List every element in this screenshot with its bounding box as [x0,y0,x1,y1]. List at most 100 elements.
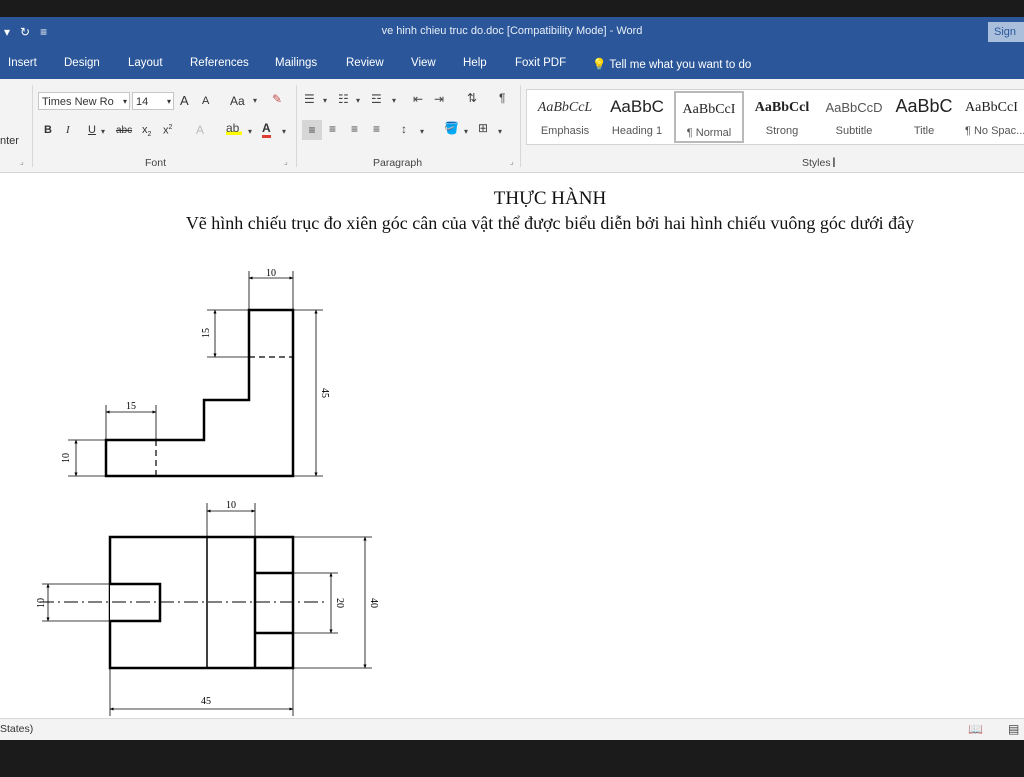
strikethrough-button[interactable]: abc [116,125,132,136]
top-view: 10 10 20 40 45 [36,500,379,716]
chevron-down-icon: ▾ [122,97,127,106]
font-launcher-icon[interactable]: ⌟ [284,157,288,166]
dim-front-top: 10 [266,268,276,279]
shading-icon[interactable]: 🪣 [444,121,459,135]
style-sample: AaBbC [610,97,664,116]
align-center-icon[interactable]: ≡ [329,122,336,136]
chevron-down-icon[interactable]: ▾ [323,96,327,105]
style-heading-1[interactable]: AaBbC Heading 1 [603,91,671,143]
superscript-button[interactable]: x2 [163,124,172,137]
increase-indent-icon[interactable]: ⇥ [434,92,444,106]
print-layout-icon[interactable]: ▤ [1008,722,1019,736]
numbering-icon[interactable]: ☷ [338,92,349,106]
font-family-select[interactable]: Times New Ro ▾ [38,92,130,110]
sort-icon[interactable]: ⇅ [467,91,477,105]
clipboard-launcher-icon[interactable]: ⌟ [20,157,24,166]
chevron-down-icon[interactable]: ▾ [464,127,468,136]
font-color-icon[interactable]: A [262,122,271,138]
tab-layout[interactable]: Layout [128,57,163,69]
slot-cutout [110,584,160,621]
tab-mailings[interactable]: Mailings [275,57,317,69]
font-size-value: 14 [136,96,149,108]
chevron-down-icon: ▾ [166,97,171,106]
change-case-button[interactable]: Aa [230,94,245,108]
style-title[interactable]: AaBbC Title [891,91,957,143]
clipboard-format-painter-label[interactable]: nter [0,135,19,147]
font-group-label: Font [145,157,167,169]
style-emphasis[interactable]: AaBbCcL Emphasis [529,91,601,143]
clear-formatting-icon[interactable]: ✎ [272,92,282,106]
style-sample: AaBbCcL [537,100,593,115]
style-name: Heading 1 [611,125,663,137]
underline-button[interactable]: U [88,124,96,136]
style-sample: AaBbCcI [965,100,1018,115]
status-bar: States) 📖 ▤ [0,718,1024,741]
status-language[interactable]: States) [0,723,33,735]
sign-in-button[interactable]: Sign [988,22,1024,42]
style-subtitle[interactable]: AaBbCcD Subtitle [819,91,889,143]
chevron-down-icon[interactable]: ▾ [248,127,252,136]
borders-icon[interactable]: ⊞ [478,121,488,135]
front-view-outline [104,308,295,478]
styles-gallery: AaBbCcL Emphasis AaBbC Heading 1 AaBbCcI… [526,89,1024,145]
document-title: ve hinh chieu truc do.doc [Compatibility… [381,25,643,37]
technical-drawing: 10 15 15 10 45 10 10 20 40 45 [36,268,379,716]
style-name: Emphasis [540,125,590,137]
justify-icon[interactable]: ≡ [373,122,380,136]
lightbulb-icon: 💡 [592,59,607,71]
chevron-down-icon[interactable]: ▾ [392,96,396,105]
style-name: Subtitle [835,125,873,137]
show-formatting-marks-icon[interactable]: ¶ [499,91,505,105]
style-sample: AaBbCcD [825,100,883,115]
chevron-down-icon[interactable]: ▾ [101,127,105,136]
tab-help[interactable]: Help [463,57,487,69]
align-right-icon[interactable]: ≡ [351,122,358,136]
tab-foxit-pdf[interactable]: Foxit PDF [515,57,566,69]
text-effects-icon[interactable]: A [196,123,204,137]
read-mode-icon[interactable]: 📖 [968,722,983,736]
dim-top-right-inner: 20 [334,598,345,608]
style-sample: AaBbCcI [682,102,736,117]
document-page[interactable]: THỰC HÀNH Vẽ hình chiếu trục đo xiên góc… [0,173,1024,718]
dim-front-height: 45 [319,388,330,398]
style-name: Strong [765,125,799,137]
shrink-font-button[interactable]: A [202,95,209,107]
dim-front-step: 15 [126,401,136,412]
chevron-down-icon[interactable]: ▾ [253,96,257,105]
tab-review[interactable]: Review [346,57,384,69]
chevron-down-icon[interactable]: ▾ [356,96,360,105]
font-size-select[interactable]: 14 ▾ [132,92,174,110]
bold-button[interactable]: B [44,124,52,136]
paragraph-launcher-icon[interactable]: ⌟ [510,157,514,166]
step-edges [255,571,293,635]
tell-me-search[interactable]: 💡 Tell me what you want to do [592,57,751,71]
bottom-black-border [0,740,1024,777]
subscript-button[interactable]: x2 [142,124,151,138]
dim-front-base: 10 [61,453,72,463]
tab-insert[interactable]: Insert [8,57,37,69]
multilevel-list-icon[interactable]: ☲ [371,92,382,106]
tab-references[interactable]: References [190,57,249,69]
dim-top-right: 40 [368,598,379,608]
dim-top-left: 10 [36,598,47,608]
front-view: 10 15 15 10 45 [61,268,330,478]
chevron-down-icon[interactable]: ▾ [282,127,286,136]
bullets-icon[interactable]: ☰ [304,92,315,106]
tab-design[interactable]: Design [64,57,100,69]
italic-button[interactable]: I [66,124,70,136]
decrease-indent-icon[interactable]: ⇤ [413,92,423,106]
font-family-value: Times New Ro [42,96,114,108]
chevron-down-icon[interactable]: ▾ [420,127,424,136]
group-separator [296,85,297,167]
style-no-spacing[interactable]: AaBbCcI ¶ No Spac... [959,91,1024,143]
style-strong[interactable]: AaBbCcl Strong [747,91,817,143]
style-name: Title [913,125,935,137]
align-left-icon[interactable]: ≡ [302,120,322,140]
grow-font-button[interactable]: A [180,93,189,108]
dim-top-bottom: 45 [201,696,211,707]
chevron-down-icon[interactable]: ▾ [498,127,502,136]
style-normal[interactable]: AaBbCcI ¶ Normal [674,91,744,143]
tab-view[interactable]: View [411,57,436,69]
line-spacing-icon[interactable]: ↕ [401,122,407,136]
highlight-color-icon[interactable]: ab [226,121,242,135]
